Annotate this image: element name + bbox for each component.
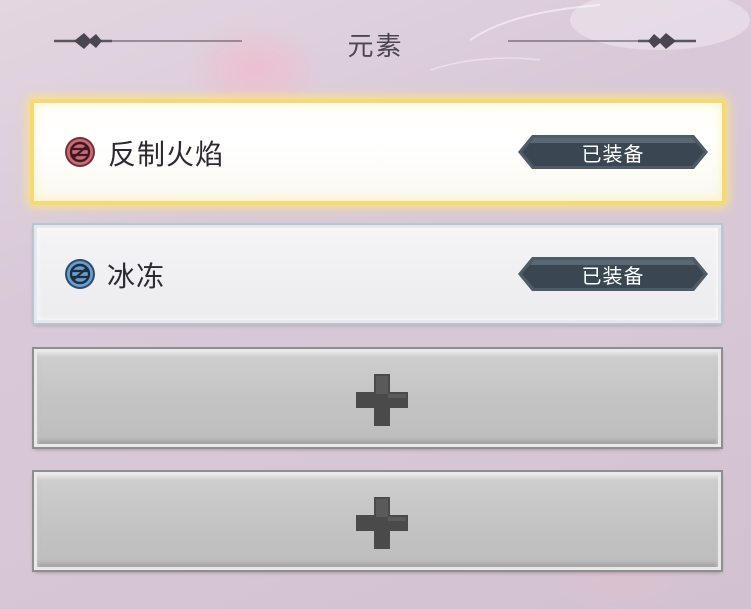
ornament-right-icon [508,33,696,49]
equipped-badge: 已装备 [518,257,708,291]
equipped-badge: 已装备 [518,135,708,169]
fire-counter-element-icon [65,137,95,167]
plus-icon [356,374,408,426]
empty-element-slot[interactable] [34,472,721,570]
ice-element-icon [65,259,95,289]
equipped-label: 已装备 [581,264,645,288]
element-slot-ice[interactable]: 冰冻 已装备 [34,225,721,323]
element-name: 反制火焰 [108,138,225,171]
element-slot-fire-counter[interactable]: 反制火焰 已装备 [30,99,726,205]
plus-icon [356,497,408,549]
equipped-label: 已装备 [581,142,645,166]
panel-header: 元素 [0,0,751,90]
empty-element-slot[interactable] [34,349,721,447]
element-name: 冰冻 [107,260,166,293]
